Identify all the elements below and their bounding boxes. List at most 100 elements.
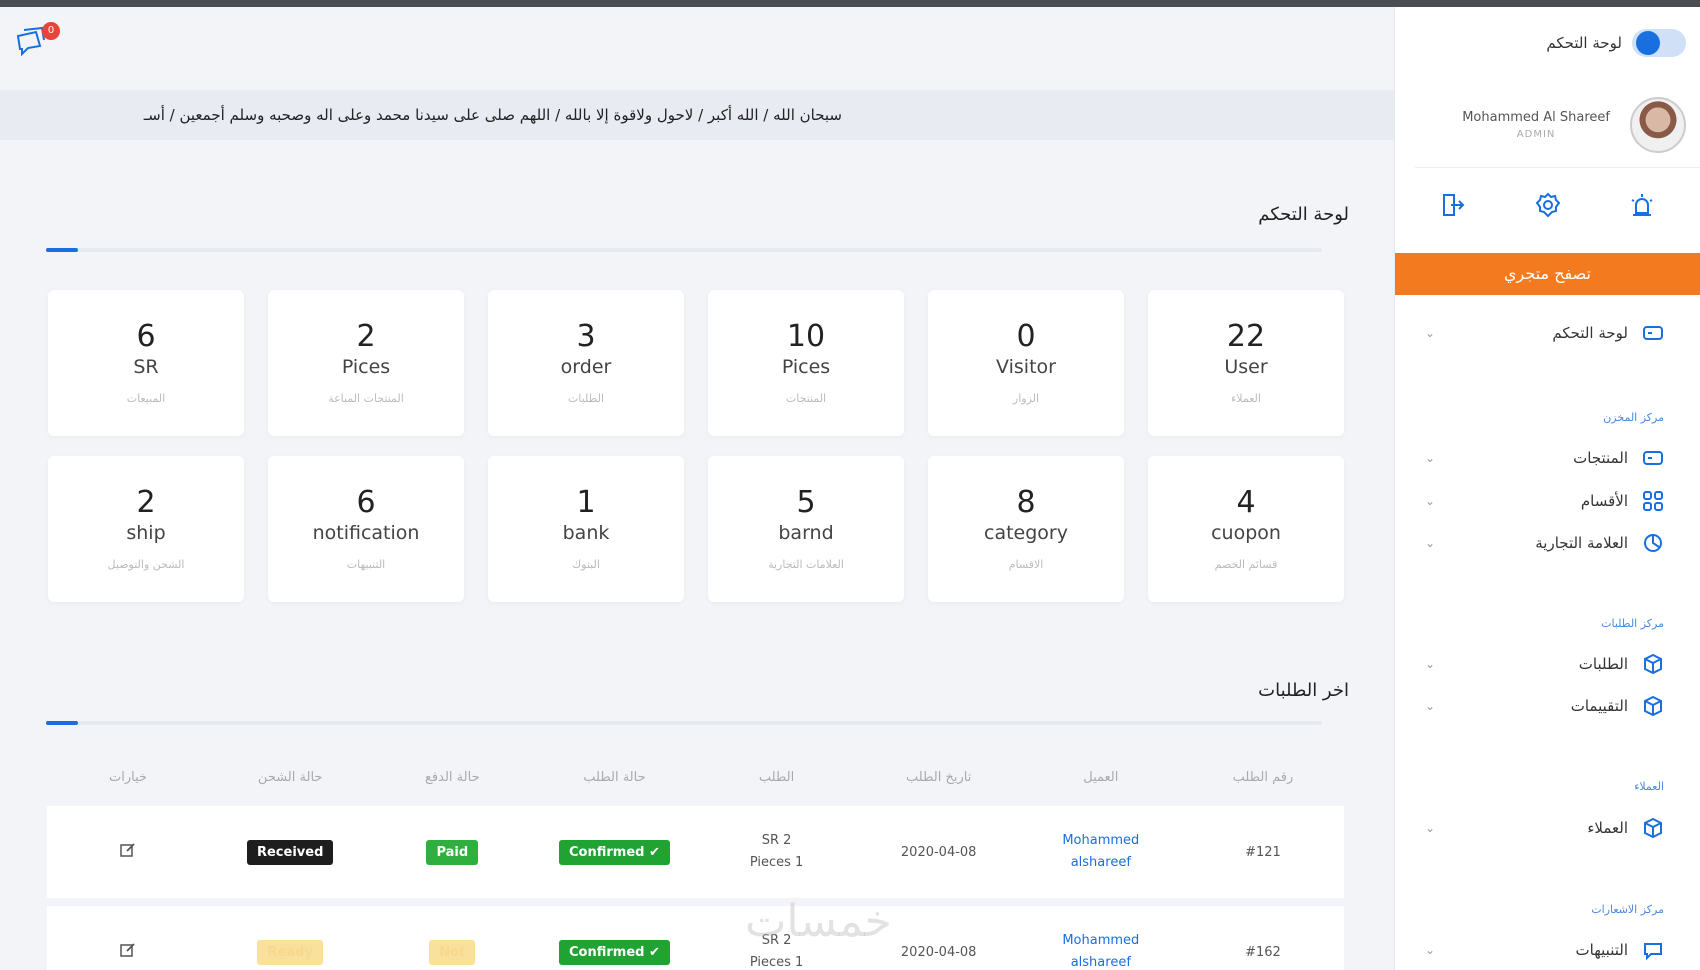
order-date: 2020-04-08	[900, 844, 977, 860]
sidebar-item-label: الطلبات	[1578, 655, 1628, 673]
shipping-status-badge[interactable]: Received	[246, 839, 334, 865]
column-header: حالة الطلب	[583, 770, 646, 785]
dashboard-icon	[1643, 326, 1663, 340]
alert-icon[interactable]	[1624, 187, 1660, 223]
customer-link[interactable]: Mohammed alshareef	[1020, 930, 1182, 970]
section-label-orders: مركز الطلبات	[1601, 617, 1664, 630]
sidebar-item-orders[interactable]: الطلبات ⌄	[1425, 649, 1664, 679]
stat-unit: User	[1224, 355, 1268, 378]
chevron-down-icon: ⌄	[1425, 494, 1436, 508]
stat-caption: المنتجات	[785, 391, 827, 405]
sidebar-quick-actions	[1435, 187, 1660, 223]
order-status-cell: Confirmed ✔	[533, 939, 695, 965]
stat-unit: order	[560, 355, 612, 378]
sidebar-item-categories[interactable]: الأقسام ⌄	[1425, 486, 1664, 516]
sidebar: لوحة التحكم Mohammed Al Shareef ADMIN تص…	[1394, 7, 1700, 970]
user-profile: Mohammed Al Shareef ADMIN	[1462, 89, 1686, 161]
box-icon	[1644, 817, 1662, 839]
edit-icon[interactable]	[119, 841, 137, 863]
stat-caption: العملاء	[1231, 391, 1261, 405]
edit-icon[interactable]	[119, 941, 137, 963]
shipping-status-cell: Ready	[209, 939, 371, 965]
stat-card-categories: 8 category الاقسام	[928, 456, 1124, 602]
sidebar-item-customers[interactable]: العملاء ⌄	[1425, 813, 1664, 843]
sidebar-item-label: العلامة التجارية	[1535, 534, 1628, 552]
order-pieces: Pieces 1	[749, 955, 804, 970]
sidebar-item-label: لوحة التحكم	[1552, 324, 1628, 342]
stat-card-brands: 5 barnd العلامات التجارية	[708, 456, 904, 602]
order-amount: SR 2	[761, 833, 792, 848]
window-top-strip	[0, 0, 1700, 7]
sidebar-item-label: العملاء	[1587, 819, 1628, 837]
order-status-badge[interactable]: Confirmed ✔	[559, 839, 670, 865]
payment-status-badge[interactable]: Not	[429, 939, 476, 965]
table-row[interactable]: #121 Mohammed alshareef 2020-04-08 SR 2 …	[47, 806, 1344, 898]
chevron-down-icon: ⌄	[1425, 943, 1436, 957]
column-header: خيارات	[109, 770, 148, 785]
order-status-badge[interactable]: Confirmed ✔	[559, 939, 670, 965]
column-header: الطلب	[758, 770, 795, 785]
options-cell	[47, 941, 209, 963]
brand-icon	[1644, 534, 1662, 552]
grid-icon	[1643, 491, 1663, 511]
dashboard-toggle[interactable]	[1632, 29, 1686, 57]
customer-link[interactable]: Mohammed alshareef	[1020, 830, 1182, 874]
stat-card-banks: 1 bank البنوك	[488, 456, 684, 602]
gear-icon[interactable]	[1530, 187, 1566, 223]
dashboard-title-underline	[46, 248, 1322, 252]
user-role: ADMIN	[1516, 129, 1556, 140]
sidebar-item-dashboard[interactable]: لوحة التحكم ⌄	[1425, 318, 1664, 348]
order-id: #121	[1245, 844, 1281, 860]
dashboard-toggle-row: لوحة التحكم	[1546, 29, 1686, 57]
stat-caption: الاقسام	[1008, 557, 1044, 571]
sidebar-item-brands[interactable]: العلامة التجارية ⌄	[1425, 528, 1664, 558]
stat-unit: Pices	[781, 355, 831, 378]
section-label-notifications: مركز الاشعارات	[1591, 903, 1664, 916]
stat-unit: Pices	[341, 355, 391, 378]
box-icon	[1644, 653, 1662, 675]
section-label-inventory: مركز المخزن	[1603, 411, 1664, 424]
chevron-down-icon: ⌄	[1425, 699, 1436, 713]
stat-value: 0	[1016, 318, 1036, 354]
stats-grid: 22 User العملاء 0 Visitor الزوار 10 Pice…	[47, 290, 1344, 602]
stat-caption: قسائم الخصم	[1214, 557, 1278, 571]
stat-card-users: 22 User العملاء	[1148, 290, 1344, 436]
chevron-down-icon: ⌄	[1425, 536, 1436, 550]
avatar[interactable]	[1630, 97, 1686, 153]
stat-unit: barnd	[778, 521, 834, 544]
dhikr-ticker: سبحان الله / الله أكبر / لاحول ولاقوة إل…	[0, 90, 1394, 140]
dashboard-title: لوحة التحكم	[1258, 204, 1349, 225]
sidebar-item-label: التقييمات	[1570, 697, 1628, 715]
column-header: حالة الشحن	[257, 770, 323, 785]
stat-value: 3	[576, 318, 596, 354]
stat-value: 8	[1016, 484, 1036, 520]
sidebar-item-notifications[interactable]: التنبيهات ⌄	[1425, 935, 1664, 965]
stat-unit: SR	[133, 355, 159, 378]
stat-caption: الشحن والتوصيل	[107, 557, 185, 571]
logout-icon[interactable]	[1435, 187, 1471, 223]
column-header: رقم الطلب	[1232, 770, 1294, 785]
chevron-down-icon: ⌄	[1425, 821, 1436, 835]
stat-unit: bank	[562, 521, 610, 544]
table-row[interactable]: #162 Mohammed alshareef 2020-04-08 SR 2 …	[47, 906, 1344, 970]
section-label-customers: العملاء	[1634, 780, 1664, 793]
sidebar-item-products[interactable]: المنتجات ⌄	[1425, 443, 1664, 473]
sidebar-item-reviews[interactable]: التقييمات ⌄	[1425, 691, 1664, 721]
browse-store-button[interactable]: تصفح متجري	[1395, 253, 1700, 295]
chat-badge: 0	[42, 22, 60, 40]
options-cell	[47, 841, 209, 863]
stat-value: 10	[786, 318, 826, 354]
chevron-down-icon: ⌄	[1425, 451, 1436, 465]
stat-value: 6	[136, 318, 156, 354]
order-status-cell: Confirmed ✔	[533, 839, 695, 865]
stat-value: 2	[356, 318, 376, 354]
sidebar-item-label: التنبيهات	[1575, 941, 1628, 959]
shipping-status-badge[interactable]: Ready	[257, 939, 323, 965]
stat-value: 2	[136, 484, 156, 520]
chevron-down-icon: ⌄	[1425, 657, 1436, 671]
payment-status-cell: Paid	[371, 839, 533, 865]
stat-card-notifications: 6 notification التنبيهات	[268, 456, 464, 602]
customer-last-name: alshareef	[1070, 955, 1131, 970]
orders-table-header: رقم الطلب العميل تاريخ الطلب الطلب حالة …	[47, 770, 1344, 785]
payment-status-badge[interactable]: Paid	[426, 839, 479, 865]
